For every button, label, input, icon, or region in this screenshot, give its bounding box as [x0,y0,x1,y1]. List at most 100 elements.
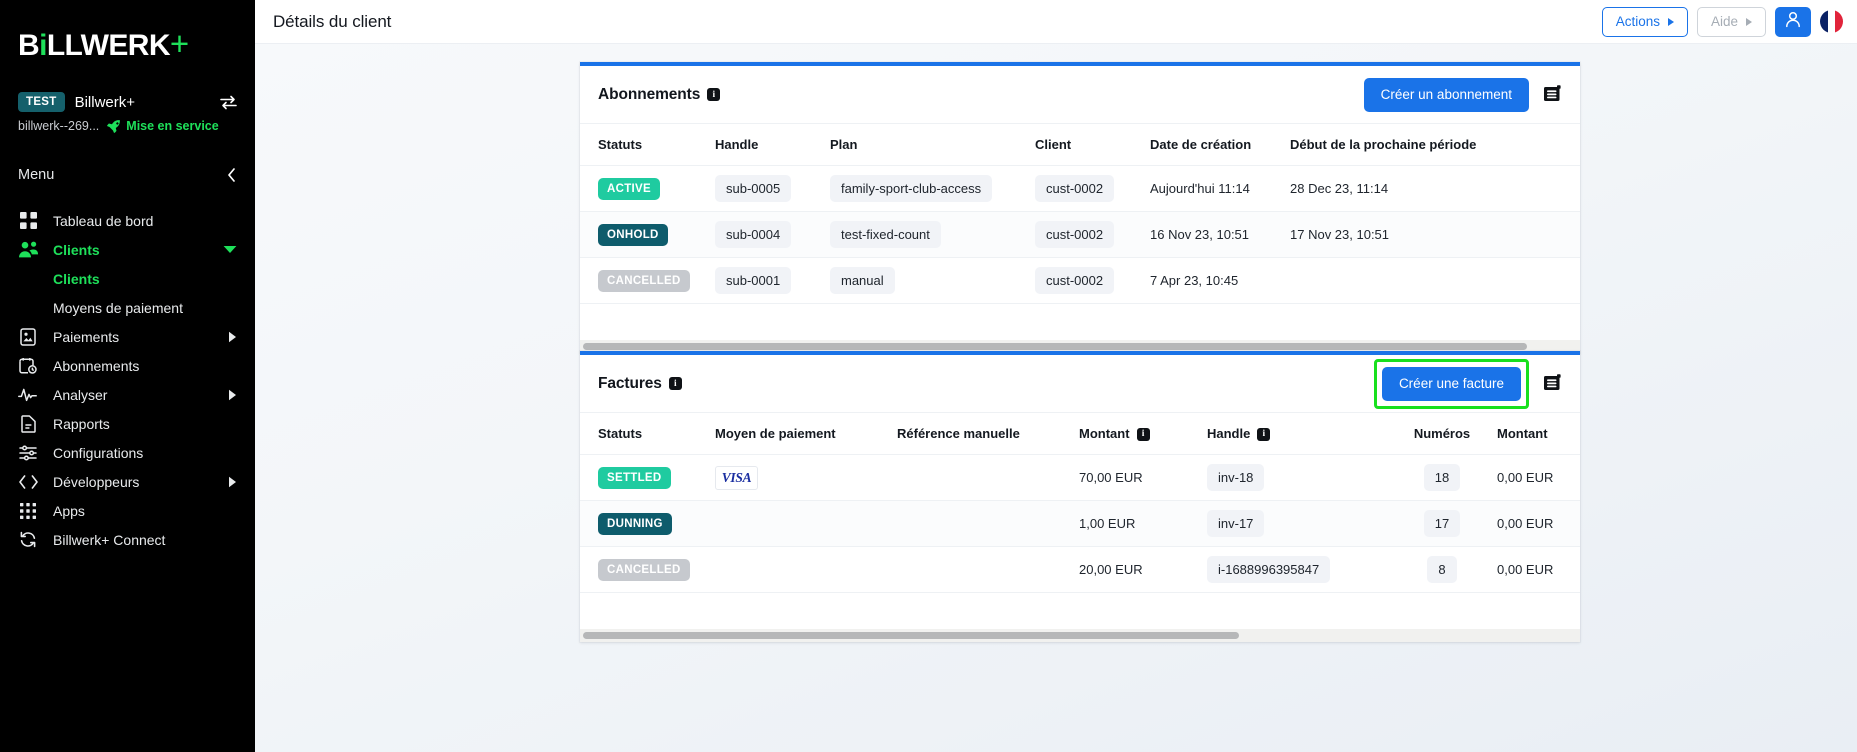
column-header-statuts[interactable]: Statuts [580,124,715,166]
handle-pill: i-1688996395847 [1207,556,1331,583]
table-header-row: Statuts Moyen de paiement Référence manu… [580,413,1580,455]
handle-pill: inv-18 [1207,464,1265,491]
info-icon[interactable]: i [1257,427,1271,441]
table-row[interactable]: DUNNING 1,00 EUR inv-17 17 0,00 EUR [580,500,1580,547]
info-icon[interactable]: i [1136,427,1150,441]
sidebar-subitem-moyens-de-paiement[interactable]: Moyens de paiement [0,293,255,322]
column-header-date-creation[interactable]: Date de création [1150,124,1290,166]
invoices-table: Statuts Moyen de paiement Référence manu… [580,413,1580,629]
client-pill: cust-0002 [1035,267,1115,294]
sidebar-item-apps[interactable]: Apps [0,496,255,525]
flag-france-icon[interactable] [1820,10,1843,33]
number-pill: 17 [1423,510,1461,537]
payment-method [715,546,897,593]
table-row[interactable]: ACTIVE sub-0005 family-sport-club-access… [580,165,1580,212]
sidebar-item-configurations[interactable]: Configurations [0,438,255,467]
chevron-left-icon[interactable] [226,167,237,183]
flag-stripe-white [1827,10,1836,33]
sidebar-item-label: Paiements [53,328,120,345]
scrollbar-thumb[interactable] [583,342,1528,350]
chevron-right-icon[interactable] [228,476,237,488]
plan-pill: family-sport-club-access [830,175,993,202]
account-switcher[interactable]: TEST Billwerk+ billwerk--269... Mise en … [0,78,255,133]
column-header-handle[interactable]: Handle i [1207,413,1387,455]
info-icon[interactable]: i [668,377,682,390]
subscriptions-card-header-actions: Créer un abonnement [1363,77,1562,112]
account-name: Billwerk+ [74,93,136,111]
status-badge: ONHOLD [598,223,668,246]
amount-secondary: 0,00 EUR [1497,500,1580,547]
next-period-date: 17 Nov 23, 10:51 [1290,211,1580,258]
sidebar-subitem-clients[interactable]: Clients [0,264,255,293]
account-id: billwerk--269... [18,119,100,133]
column-header-debut-prochaine-periode[interactable]: Début de la prochaine période [1290,124,1580,166]
subscriptions-card: Abonnements i Créer un abonnement Statuts [580,62,1580,353]
column-header-numeros[interactable]: Numéros [1387,413,1497,455]
created-date: Aujourd'hui 11:14 [1150,165,1290,212]
page-title: Détails du client [273,11,392,31]
brand-logo-plus: + [169,25,189,62]
sidebar-item-label: Tableau de bord [53,212,154,229]
create-subscription-button[interactable]: Créer un abonnement [1363,77,1529,112]
sidebar-item-analyser[interactable]: Analyser [0,380,255,409]
chevron-down-icon[interactable] [223,245,237,254]
sidebar-subitem-label: Moyens de paiement [53,299,183,316]
plan-pill: test-fixed-count [830,221,941,248]
invoices-card-title-text: Factures [598,374,662,392]
invoice-document-icon[interactable] [1543,84,1562,105]
topbar-actions: Actions Aide [1601,6,1843,37]
client-pill: cust-0002 [1035,175,1115,202]
sidebar-item-clients[interactable]: Clients [0,235,255,264]
table-row[interactable]: ONHOLD sub-0004 test-fixed-count cust-00… [580,211,1580,258]
manual-reference [897,546,1079,593]
aide-button[interactable]: Aide [1696,6,1766,37]
status-badge: DUNNING [598,512,672,535]
apps-dots-icon [18,501,38,521]
number-pill: 18 [1423,464,1461,491]
column-header-moyen-de-paiement[interactable]: Moyen de paiement [715,413,897,455]
sidebar-item-tableau-de-bord[interactable]: Tableau de bord [0,206,255,235]
column-header-plan[interactable]: Plan [830,124,1035,166]
invoice-document-icon[interactable] [1543,373,1562,394]
create-invoice-button[interactable]: Créer une facture [1381,366,1521,401]
chevron-right-icon[interactable] [228,331,237,343]
create-invoice-highlight: Créer une facture [1373,358,1529,409]
sidebar-item-developpeurs[interactable]: Développeurs [0,467,255,496]
visa-label: VISA [721,469,752,485]
column-header-reference-manuelle[interactable]: Référence manuelle [897,413,1079,455]
table-row[interactable]: CANCELLED sub-0001 manual cust-0002 7 Ap… [580,257,1580,304]
actions-button[interactable]: Actions [1601,6,1688,37]
brand-logo-word: BiLLWERK [18,29,170,62]
invoices-horizontal-scrollbar[interactable] [580,628,1580,642]
sidebar-item-label: Billwerk+ Connect [53,531,166,548]
info-icon[interactable]: i [707,88,721,101]
column-header-montant[interactable]: Montant i [1079,413,1207,455]
app-root: BiLLWERK+ TEST Billwerk+ billwerk--269..… [0,0,1857,752]
column-header-statuts[interactable]: Statuts [580,413,715,455]
plan-pill: manual [830,267,895,294]
user-avatar-button[interactable] [1775,6,1811,37]
sidebar-item-paiements[interactable]: Paiements [0,322,255,351]
scrollbar-thumb[interactable] [583,631,1240,639]
column-header-client[interactable]: Client [1035,124,1150,166]
amount-secondary: 0,00 EUR [1497,454,1580,501]
column-header-handle[interactable]: Handle [715,124,830,166]
sidebar-item-label: Développeurs [53,473,140,490]
chevron-right-icon[interactable] [228,389,237,401]
handle-pill: inv-17 [1207,510,1265,537]
column-header-montant-label: Montant [1079,426,1130,441]
rocket-icon [107,119,121,133]
table-row[interactable]: SETTLED VISA 70,00 EUR inv-18 18 0,00 EU… [580,454,1580,501]
column-header-montant-2[interactable]: Montant [1497,413,1580,455]
account-row-primary: TEST Billwerk+ [18,92,237,112]
sidebar-item-abonnements[interactable]: Abonnements [0,351,255,380]
subscriptions-table: Statuts Handle Plan Client Date de créat… [580,124,1580,340]
brand-logo[interactable]: BiLLWERK+ [0,0,255,78]
amount-secondary: 0,00 EUR [1497,546,1580,593]
sidebar-item-label: Apps [53,502,85,519]
swap-horizontal-icon[interactable] [220,95,237,110]
manual-reference [897,454,1079,501]
table-row[interactable]: CANCELLED 20,00 EUR i-1688996395847 8 0,… [580,546,1580,593]
sidebar-item-billwerk-connect[interactable]: Billwerk+ Connect [0,525,255,554]
sidebar-item-rapports[interactable]: Rapports [0,409,255,438]
